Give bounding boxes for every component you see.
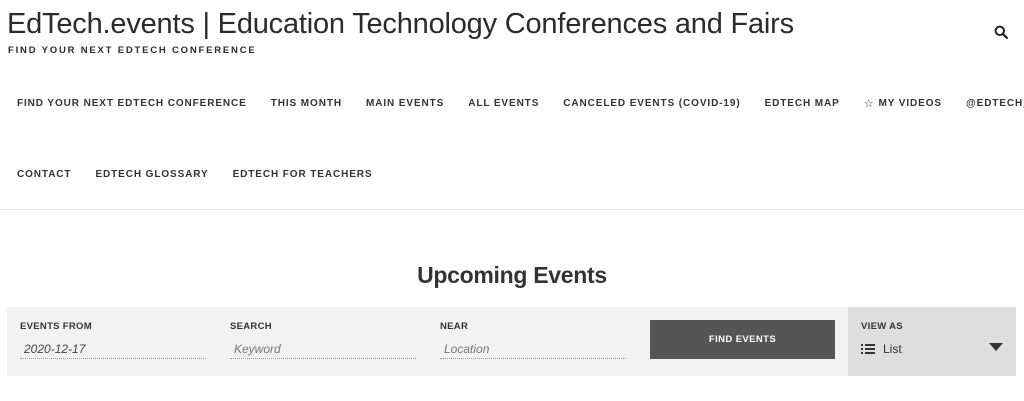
nav-item-edtech-glossary[interactable]: EDTECH GLOSSARY	[95, 169, 208, 181]
nav-item-my-videos[interactable]: ☆ MY VIDEOS	[864, 98, 942, 110]
search-label: SEARCH	[230, 321, 272, 332]
nav-item-label: ALL EVENTS	[468, 98, 540, 109]
primary-nav-row-1: FIND YOUR NEXT EDTECH CONFERENCE THIS MO…	[17, 98, 1024, 110]
near-label: NEAR	[440, 321, 469, 332]
view-as-dropdown[interactable]: VIEW AS List	[848, 307, 1016, 376]
events-filter-bar: EVENTS FROM SEARCH NEAR FIND EVENTS VIEW…	[7, 307, 1016, 376]
nav-item-label: CANCELED EVENTS (COVID-19)	[563, 98, 741, 109]
events-from-filter: EVENTS FROM	[20, 321, 206, 359]
view-as-value: List	[883, 342, 902, 356]
page-title: Upcoming Events	[417, 262, 607, 288]
nav-item-label: MAIN EVENTS	[365, 98, 445, 109]
location-input[interactable]	[440, 339, 626, 359]
site-header: EdTech.events | Education Technology Con…	[0, 0, 1024, 210]
near-filter: NEAR	[440, 321, 626, 359]
nav-item-label: @EDTECH_EVENTS	[965, 98, 1024, 109]
nav-item-label: EDTECH GLOSSARY	[95, 169, 209, 180]
site-tagline: FIND YOUR NEXT EDTECH CONFERENCE	[8, 45, 257, 56]
nav-item-label: EDTECH FOR TEACHERS	[232, 169, 373, 180]
star-icon: ☆	[863, 98, 875, 110]
events-from-label: EVENTS FROM	[20, 321, 92, 332]
nav-item-label: FIND YOUR NEXT EDTECH CONFERENCE	[17, 98, 247, 109]
nav-item-edtech-for-teachers[interactable]: EDTECH FOR TEACHERS	[233, 169, 373, 181]
nav-item-main-events[interactable]: MAIN EVENTS	[366, 98, 444, 110]
primary-nav-row-2: CONTACT EDTECH GLOSSARY EDTECH FOR TEACH…	[17, 169, 396, 181]
nav-item-this-month[interactable]: THIS MONTH	[271, 98, 342, 110]
nav-item-edtech-map[interactable]: EDTECH MAP	[765, 98, 840, 110]
nav-item-label: MY VIDEOS	[878, 98, 942, 109]
nav-item-all-events[interactable]: ALL EVENTS	[468, 98, 539, 110]
view-as-label: VIEW AS	[861, 321, 903, 332]
nav-item-contact[interactable]: CONTACT	[17, 169, 71, 181]
keyword-search-input[interactable]	[230, 339, 416, 359]
nav-item-canceled-events[interactable]: CANCELED EVENTS (COVID-19)	[563, 98, 740, 110]
chevron-down-icon	[989, 343, 1003, 351]
nav-item-find-conference[interactable]: FIND YOUR NEXT EDTECH CONFERENCE	[17, 98, 247, 110]
events-from-input[interactable]	[20, 339, 206, 359]
nav-item-label: CONTACT	[17, 169, 72, 180]
search-icon[interactable]	[994, 25, 1008, 39]
view-as-current: List	[861, 342, 902, 356]
site-title[interactable]: EdTech.events | Education Technology Con…	[7, 6, 794, 42]
nav-item-twitter-handle[interactable]: @EDTECH_EVENTS	[966, 98, 1024, 110]
nav-item-label: EDTECH MAP	[764, 98, 840, 109]
nav-item-label: THIS MONTH	[270, 98, 342, 109]
search-filter: SEARCH	[230, 321, 416, 359]
find-events-button[interactable]: FIND EVENTS	[650, 320, 835, 359]
list-icon	[861, 344, 875, 354]
